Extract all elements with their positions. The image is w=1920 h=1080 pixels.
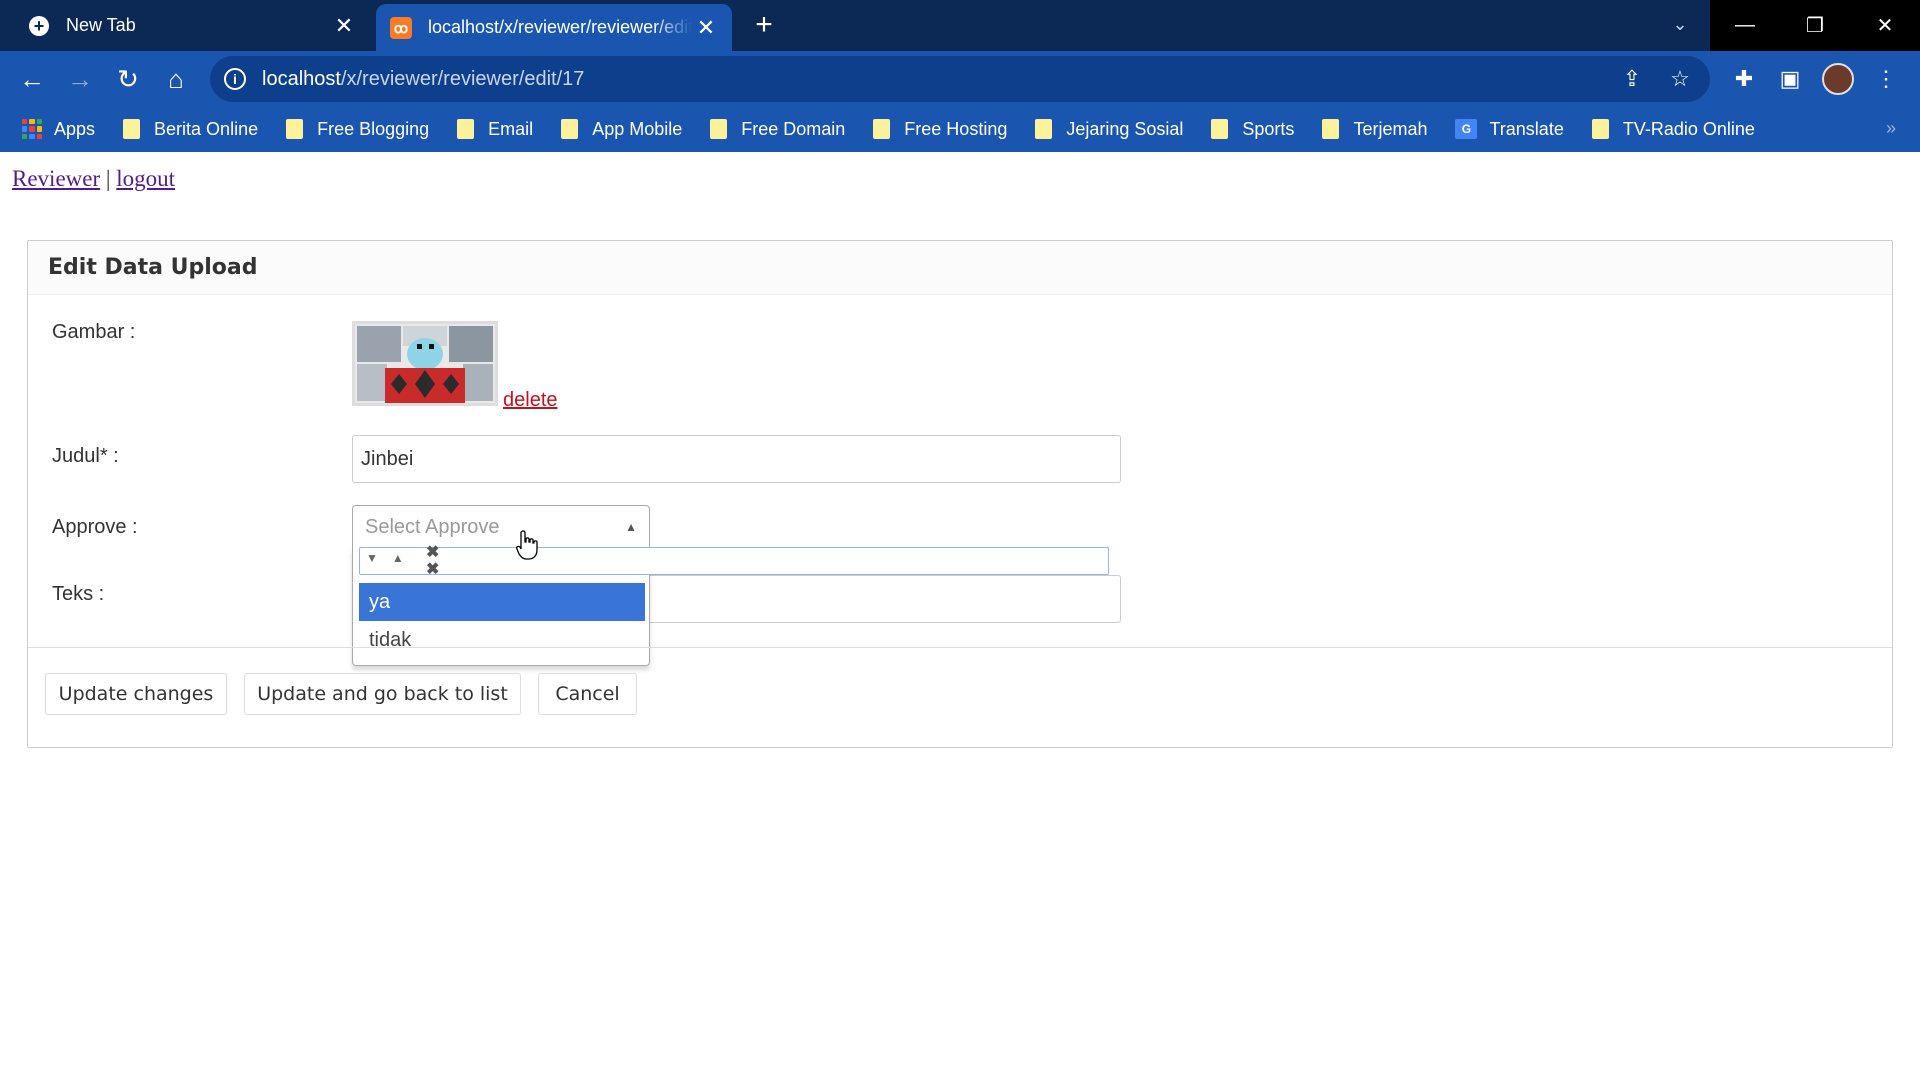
bookmark-terjemah[interactable]: Terjemah xyxy=(1322,119,1427,140)
folder-icon xyxy=(1035,119,1053,139)
bookmark-app-mobile[interactable]: App Mobile xyxy=(561,119,682,140)
bookmark-translate[interactable]: G Translate xyxy=(1455,118,1564,140)
approve-option-tidak[interactable]: tidak xyxy=(359,621,645,659)
close-tab-icon[interactable]: ✕ xyxy=(330,12,358,40)
google-translate-icon: G xyxy=(1455,119,1478,139)
bookmark-label: App Mobile xyxy=(592,118,683,139)
site-info-icon[interactable]: i xyxy=(224,68,246,90)
reload-icon[interactable]: ↻ xyxy=(110,61,146,97)
tab-new-tab[interactable]: + New Tab ✕ xyxy=(0,0,370,51)
bookmark-label: Terjemah xyxy=(1353,118,1428,139)
update-changes-button[interactable]: Update changes xyxy=(45,673,227,715)
bookmark-free-hosting[interactable]: Free Hosting xyxy=(873,119,1007,140)
nav-separator: | xyxy=(105,166,111,191)
clear-search-icon[interactable]: ✖ ✖ xyxy=(426,544,439,578)
approve-label: Approve : xyxy=(52,516,138,538)
bookmark-label: TV-Radio Online xyxy=(1622,118,1755,139)
bookmark-email[interactable]: Email xyxy=(457,119,533,140)
panel-title: Edit Data Upload xyxy=(28,241,1892,295)
bookmark-label: Jejaring Sosial xyxy=(1066,118,1184,139)
apps-grid-icon xyxy=(22,119,42,139)
sort-down-icon: ▼ xyxy=(366,551,378,565)
tab-strip: + New Tab ✕ ꝏ localhost/x/reviewer/revie… xyxy=(0,0,1920,51)
folder-icon xyxy=(873,119,891,139)
forward-arrow-icon[interactable]: → xyxy=(62,61,98,97)
search-sort-icons: ▼ ▲ xyxy=(366,551,404,565)
bookmark-label: Free Blogging xyxy=(317,118,430,139)
extensions-puzzle-icon[interactable]: ✚ xyxy=(1726,61,1762,97)
folder-icon xyxy=(710,119,728,139)
bookmark-jejaring-sosial[interactable]: Jejaring Sosial xyxy=(1035,119,1183,140)
address-bar[interactable]: i localhost/x/reviewer/reviewer/edit/17 … xyxy=(210,56,1710,102)
panel-footer-divider xyxy=(28,647,1892,648)
bookmark-label: Free Hosting xyxy=(904,118,1008,139)
browser-toolbar: ← → ↻ ⌂ i localhost/x/reviewer/reviewer/… xyxy=(0,51,1920,106)
bookmark-label: Free Domain xyxy=(741,118,846,139)
judul-input[interactable]: Jinbei xyxy=(352,435,1121,483)
folder-icon xyxy=(457,119,475,139)
bookmark-star-icon[interactable]: ☆ xyxy=(1666,65,1694,93)
window-close-icon[interactable]: ✕ xyxy=(1850,0,1920,51)
bookmark-label: Sports xyxy=(1242,118,1295,139)
folder-icon xyxy=(286,119,304,139)
bookmark-free-domain[interactable]: Free Domain xyxy=(710,119,845,140)
approve-select-placeholder: Select Approve xyxy=(365,516,500,538)
delete-image-link[interactable]: delete xyxy=(503,389,558,412)
home-icon[interactable]: ⌂ xyxy=(158,61,194,97)
menu-kebab-icon[interactable]: ⋮ xyxy=(1868,61,1904,97)
tab-title: New Tab xyxy=(66,15,136,35)
uploaded-image-thumbnail xyxy=(352,321,498,406)
minimize-icon[interactable]: — xyxy=(1710,0,1780,51)
folder-icon xyxy=(1322,119,1340,139)
approve-search-input[interactable]: ▼ ▲ ✖ ✖ xyxy=(359,544,1109,578)
approve-select[interactable]: Select Approve ▲ xyxy=(352,505,650,549)
tab-localhost[interactable]: ꝏ localhost/x/reviewer/reviewer/edit/17 … xyxy=(376,4,732,51)
sort-up-icon: ▲ xyxy=(391,551,404,565)
tab-search-chevron-icon[interactable]: ⌄ xyxy=(1664,8,1696,40)
approve-option-ya[interactable]: ya xyxy=(359,583,645,621)
close-tab-icon[interactable]: ✕ xyxy=(692,14,720,42)
new-tab-plus-icon[interactable]: + xyxy=(748,10,780,42)
new-tab-favicon-icon: + xyxy=(28,15,50,37)
judul-label: Judul* : xyxy=(52,445,119,467)
bookmarks-bar: Apps Berita Online Free Blogging Email A… xyxy=(0,106,1920,152)
edit-form-panel: Edit Data Upload Gambar : delete Judul* … xyxy=(27,240,1893,748)
bookmark-berita-online[interactable]: Berita Online xyxy=(123,119,258,140)
back-arrow-icon[interactable]: ← xyxy=(14,61,50,97)
cancel-button[interactable]: Cancel xyxy=(538,673,637,715)
bookmark-label: Email xyxy=(488,118,534,139)
address-url[interactable]: localhost/x/reviewer/reviewer/edit/17 xyxy=(262,56,584,102)
profile-avatar[interactable] xyxy=(1822,63,1854,95)
side-panel-icon[interactable]: ▣ xyxy=(1772,61,1808,97)
bookmark-label: Apps xyxy=(54,118,96,139)
share-icon[interactable]: ⇪ xyxy=(1618,65,1646,93)
window-controls: — ❐ ✕ xyxy=(1710,0,1920,51)
folder-icon xyxy=(1211,119,1229,139)
top-nav: Reviewer | logout xyxy=(12,166,175,192)
folder-icon xyxy=(1591,119,1609,139)
bookmarks-overflow-chevron-icon[interactable]: » xyxy=(1886,118,1896,139)
teks-label: Teks : xyxy=(52,583,105,605)
update-and-back-button[interactable]: Update and go back to list xyxy=(244,673,521,715)
gambar-label: Gambar : xyxy=(52,321,136,343)
xampp-favicon-icon: ꝏ xyxy=(390,16,412,39)
restore-icon[interactable]: ❐ xyxy=(1780,0,1850,51)
bookmark-apps[interactable]: Apps xyxy=(22,119,95,140)
bookmark-label: Translate xyxy=(1489,118,1564,139)
bookmark-label: Berita Online xyxy=(154,118,259,139)
bookmark-free-blogging[interactable]: Free Blogging xyxy=(286,119,429,140)
logout-link[interactable]: logout xyxy=(116,166,175,191)
hand-pointer-cursor-icon xyxy=(516,530,538,560)
tab-title: localhost/x/reviewer/reviewer/edit/17 xyxy=(428,17,692,37)
bookmark-tv-radio-online[interactable]: TV-Radio Online xyxy=(1591,118,1755,140)
reviewer-link[interactable]: Reviewer xyxy=(12,166,100,191)
folder-icon xyxy=(561,119,579,139)
bookmark-sports[interactable]: Sports xyxy=(1211,119,1294,140)
caret-up-icon: ▲ xyxy=(625,520,637,534)
folder-icon xyxy=(123,119,141,139)
